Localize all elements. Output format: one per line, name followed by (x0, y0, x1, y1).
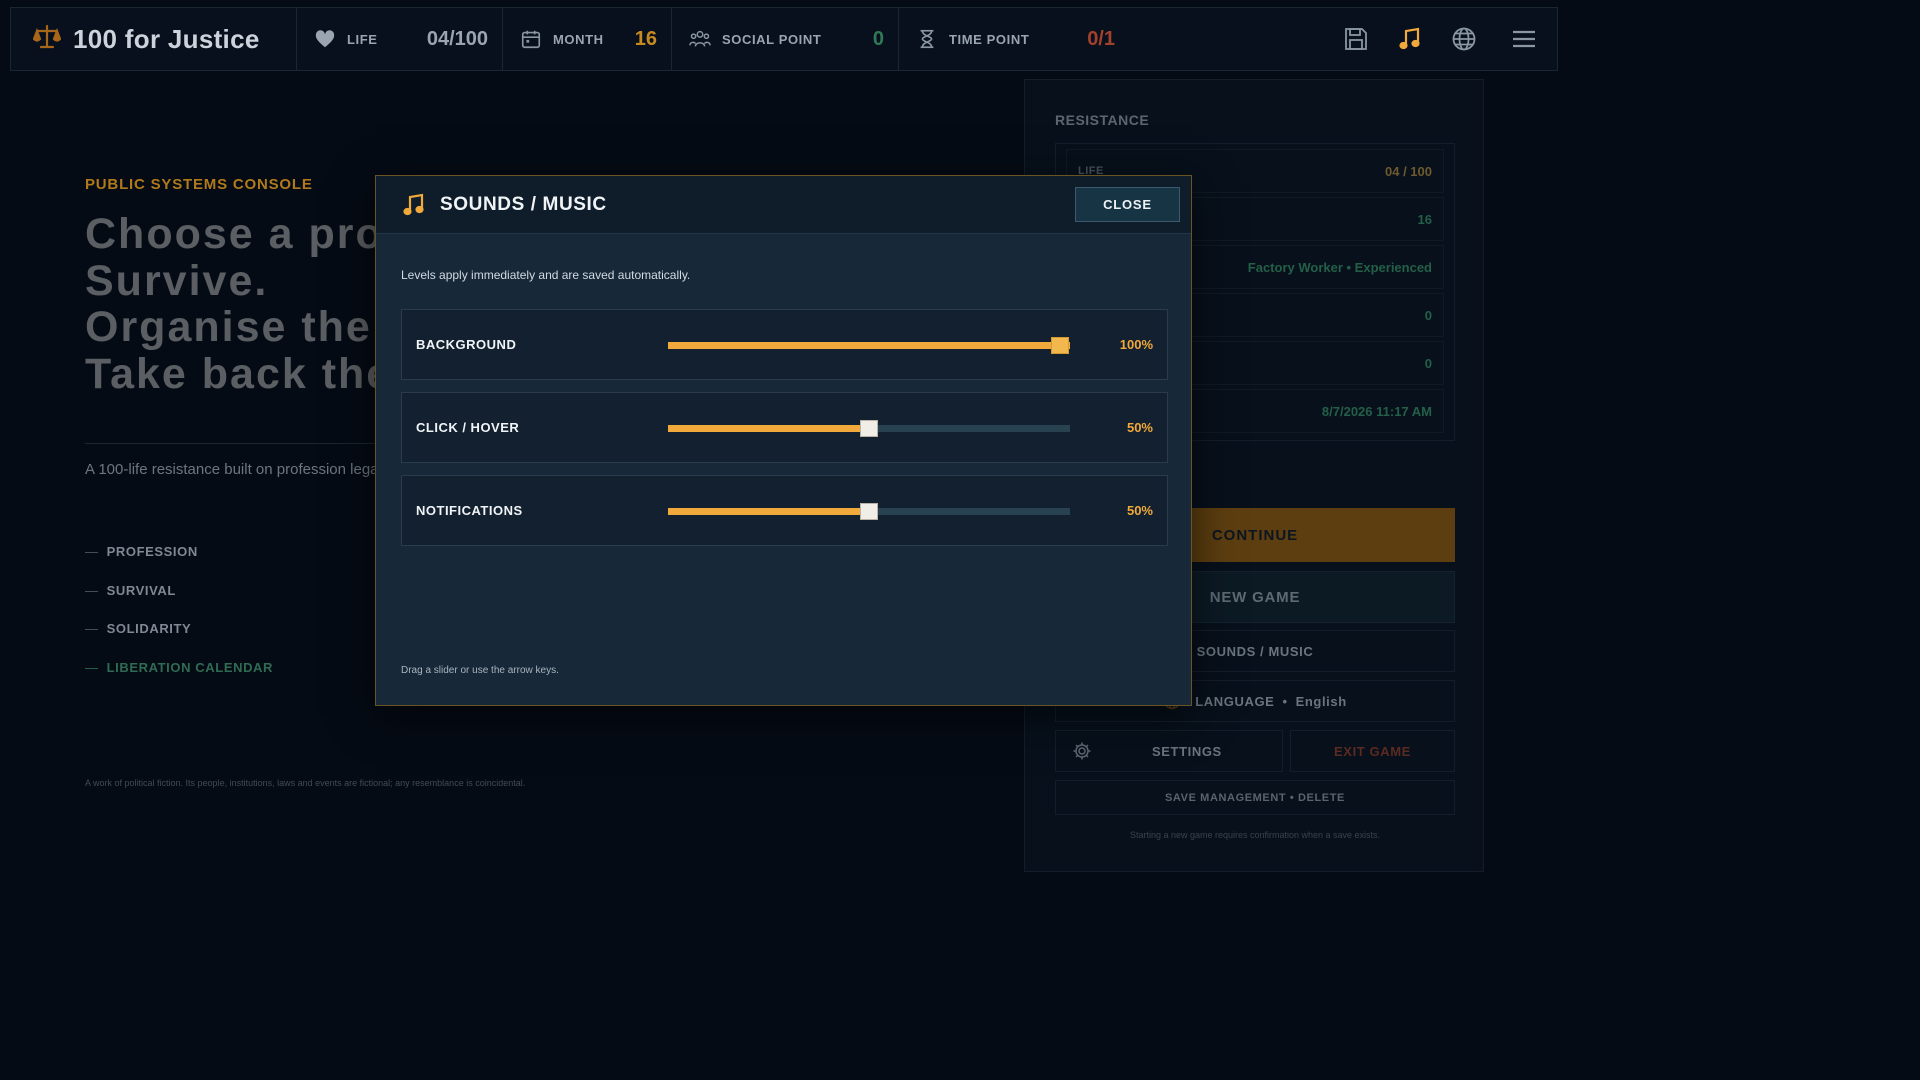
language-value: English (1295, 693, 1347, 709)
time-point-label: TIME POINT (949, 31, 1030, 47)
month-label: MONTH (553, 31, 604, 47)
panel-note: Starting a new game requires confirmatio… (1129, 830, 1381, 840)
life-value: 04/100 (426, 27, 488, 50)
slider-label: NOTIFICATIONS (416, 503, 523, 518)
exit-game-button[interactable]: EXIT GAME (1290, 730, 1455, 772)
globe-icon[interactable] (1437, 8, 1491, 70)
people-icon (688, 27, 712, 51)
hero-line: Choose a prof (85, 211, 401, 258)
hero-line: Survive. (85, 256, 269, 305)
life-label: LIFE (347, 31, 378, 47)
slider-value: 50% (1126, 503, 1153, 518)
hero-subtitle: A 100-life resistance built on professio… (85, 461, 377, 478)
gear-icon (1073, 742, 1091, 760)
click-hover-volume-row: CLICK / HOVER 50% (401, 392, 1168, 463)
console-label: PUBLIC SYSTEMS CONSOLE (85, 176, 313, 193)
slider-thumb[interactable] (1051, 337, 1069, 354)
life-stat: LIFE 04/100 (297, 8, 503, 70)
notifications-volume-row: NOTIFICATIONS 50% (401, 475, 1168, 546)
background-volume-row: BACKGROUND 100% (401, 309, 1168, 380)
notifications-volume-slider[interactable] (668, 503, 1070, 520)
calendar-icon (519, 27, 543, 51)
sounds-music-dialog: SOUNDS / MUSIC CLOSE Levels apply immedi… (375, 175, 1192, 706)
music-note-icon[interactable] (1383, 8, 1437, 70)
slider-value: 100% (1119, 337, 1153, 352)
pillar-list: — PROFESSION — SURVIVAL — SOLIDARITY — LIBER… (85, 544, 273, 698)
save-icon[interactable] (1329, 8, 1383, 70)
slider-label: BACKGROUND (416, 337, 517, 352)
time-point-stat: TIME POINT 0/1 (899, 8, 1129, 70)
settings-button[interactable]: SETTINGS (1055, 730, 1283, 772)
settings-label: SETTINGS (1152, 743, 1222, 759)
pillar-item: — SOLIDARITY (85, 621, 192, 636)
hero-headline: Choose a prof Survive. Organise the p Ta… (85, 211, 405, 397)
month-stat: MONTH 16 (503, 8, 672, 70)
hourglass-icon (915, 27, 939, 51)
close-button[interactable]: CLOSE (1075, 187, 1180, 222)
time-point-value: 0/1 (1087, 27, 1115, 50)
social-point-value: 0 (872, 27, 884, 50)
social-point-stat: SOCIAL POINT 0 (672, 8, 899, 70)
slider-fill (668, 425, 869, 432)
top-bar: 100 for Justice LIFE 04/100 MONTH 16 SOC… (10, 7, 1558, 71)
divider (85, 443, 375, 444)
hero-line: Take back the (85, 349, 393, 397)
hero-line: Organise the p (85, 303, 405, 351)
social-point-label: SOCIAL POINT (722, 31, 822, 47)
slider-thumb[interactable] (860, 503, 878, 520)
scales-icon (32, 23, 62, 56)
language-label: LANGUAGE (1195, 693, 1275, 709)
language-separator: • (1282, 693, 1288, 709)
dialog-header: SOUNDS / MUSIC CLOSE (376, 176, 1191, 234)
slider-fill (668, 342, 1070, 349)
disclaimer: A work of political fiction. Its people,… (85, 778, 526, 788)
heart-icon (313, 27, 337, 51)
pillar-item: — PROFESSION (85, 544, 198, 559)
menu-icon[interactable] (1491, 8, 1557, 70)
background-volume-slider[interactable] (668, 337, 1070, 354)
pillar-item: — LIBERATION CALENDAR (85, 659, 274, 675)
slider-thumb[interactable] (860, 420, 878, 437)
dialog-footer-hint: Drag a slider or use the arrow keys. (401, 665, 559, 676)
dialog-intro: Levels apply immediately and are saved a… (401, 268, 691, 282)
slider-value: 50% (1126, 420, 1153, 435)
music-note-icon (403, 193, 424, 215)
toolbar-icons (1329, 8, 1557, 70)
pillar-item: — SURVIVAL (85, 582, 176, 598)
game-title: 100 for Justice (73, 23, 260, 54)
click-hover-volume-slider[interactable] (668, 420, 1070, 437)
dialog-title: SOUNDS / MUSIC (440, 193, 607, 215)
save-management-button[interactable]: SAVE MANAGEMENT • DELETE (1055, 780, 1455, 815)
slider-fill (668, 508, 869, 515)
brand: 100 for Justice (11, 8, 297, 70)
slider-label: CLICK / HOVER (416, 420, 520, 435)
month-value: 16 (634, 27, 657, 50)
panel-title: RESISTANCE (1055, 112, 1150, 128)
